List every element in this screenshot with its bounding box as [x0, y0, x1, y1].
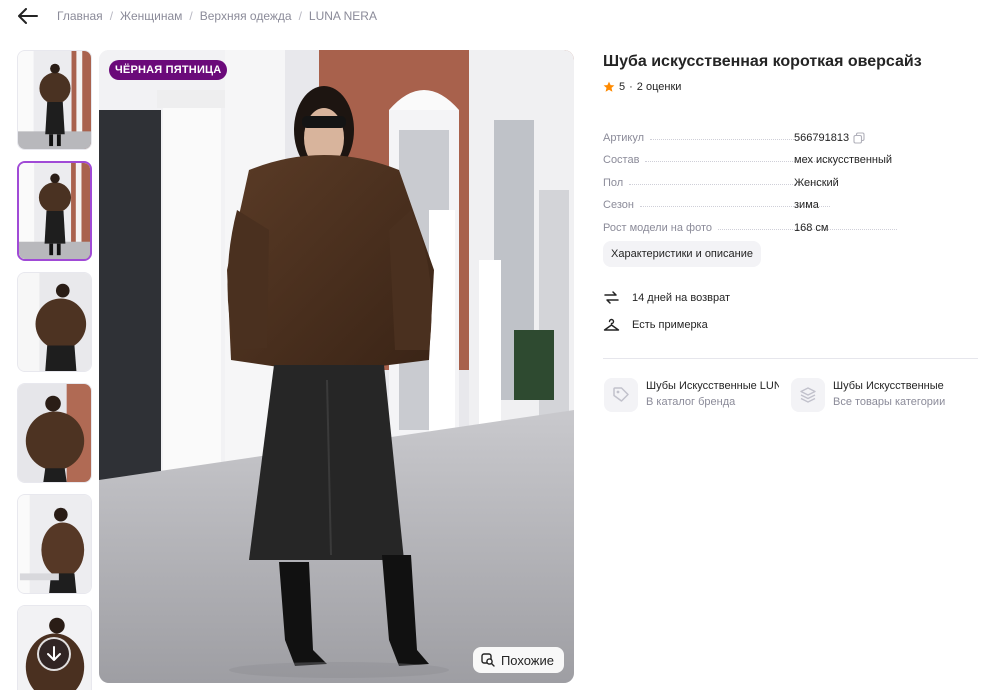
breadcrumb-outerwear[interactable]: Верхняя одежда: [200, 9, 292, 23]
spec-row-model-height: Рост модели на фото 168 см: [603, 211, 903, 234]
rating-value: 5: [619, 81, 626, 93]
search-similar-icon: [481, 653, 495, 667]
product-title: Шуба искусственная короткая оверсайз: [603, 53, 922, 70]
tag-icon-wrap: [604, 378, 638, 412]
breadcrumb-home[interactable]: Главная: [57, 9, 103, 23]
product-image: [99, 50, 574, 683]
layers-icon-wrap: [791, 378, 825, 412]
article-number: 566791813: [794, 131, 850, 144]
spec-dots: [629, 183, 820, 185]
breadcrumb-brand[interactable]: LUNA NERA: [309, 9, 377, 23]
spec-row-season: Сезон зима: [603, 189, 903, 211]
thumbnail-strip[interactable]: [17, 50, 93, 690]
spec-value-article: 566791813: [794, 132, 865, 144]
thumbnail-3[interactable]: [17, 272, 92, 372]
rating-separator: ·: [629, 81, 633, 93]
feature-returns: 14 дней на возврат: [603, 290, 730, 305]
promo-badge: ЧЁРНАЯ ПЯТНИЦА: [109, 60, 228, 80]
spec-value: Женский: [794, 176, 839, 189]
layers-icon: [800, 387, 816, 403]
breadcrumb-women[interactable]: Женщинам: [120, 9, 182, 23]
spec-key: Состав: [603, 154, 640, 166]
thumbnail-5[interactable]: [17, 494, 92, 594]
scroll-down-button[interactable]: [37, 637, 71, 671]
returns-text: 14 дней на возврат: [632, 291, 730, 304]
thumbnail-4[interactable]: [17, 383, 92, 483]
spec-key: Сезон: [603, 199, 634, 211]
hanger-icon: [603, 318, 620, 331]
similar-button[interactable]: Похожие: [472, 647, 564, 673]
category-link[interactable]: Шубы Искусственные Все товары категории: [791, 378, 971, 412]
spec-row-composition: Состав мех искусственный: [603, 144, 903, 166]
reviews-count: 2 оценки: [636, 81, 682, 93]
thumbnail-1[interactable]: [17, 50, 92, 150]
spec-value: 168 см: [794, 221, 829, 234]
feature-fitting: Есть примерка: [603, 318, 708, 332]
rating[interactable]: 5 · 2 оценки: [603, 81, 681, 93]
category-link-subtitle: Все товары категории: [833, 396, 946, 408]
spec-row-article: Артикул 566791813: [603, 121, 903, 144]
breadcrumb-separator: /: [189, 9, 193, 23]
category-link-title: Шубы Искусственные: [833, 380, 944, 392]
arrow-left-icon: [18, 8, 38, 24]
spec-key: Пол: [603, 176, 624, 189]
return-arrows-icon: [604, 291, 619, 304]
main-product-photo[interactable]: ЧЁРНАЯ ПЯТНИЦА Похожие: [99, 50, 574, 683]
brand-catalog-link[interactable]: Шубы Искусственные LUNA NERA В каталог б…: [604, 378, 779, 412]
breadcrumb-separator: /: [298, 9, 302, 23]
brand-link-subtitle: В каталог бренда: [646, 396, 736, 408]
spec-key: Артикул: [603, 131, 645, 144]
spec-value: зима: [794, 199, 819, 211]
fitting-text: Есть примерка: [632, 319, 708, 331]
specs-list: Артикул 566791813 Состав мех искусственн…: [603, 121, 903, 234]
spec-key: Рост модели на фото: [603, 221, 713, 234]
spec-value: мех искусственный: [794, 154, 893, 166]
characteristics-button[interactable]: Характеристики и описание: [603, 241, 761, 267]
thumbnail-2[interactable]: [17, 161, 92, 261]
brand-link-title: Шубы Искусственные LUNA NERA: [646, 380, 779, 392]
divider: [603, 358, 978, 359]
copy-icon[interactable]: [853, 131, 865, 144]
arrow-down-icon: [47, 646, 61, 661]
spec-row-gender: Пол Женский: [603, 166, 903, 189]
tag-icon: [613, 387, 629, 402]
breadcrumb-separator: /: [109, 9, 114, 23]
breadcrumb: Главная / Женщинам / Верхняя одежда / LU…: [57, 9, 377, 23]
similar-label: Похожие: [500, 652, 554, 668]
star-icon: [603, 81, 615, 92]
back-button[interactable]: [16, 6, 40, 26]
